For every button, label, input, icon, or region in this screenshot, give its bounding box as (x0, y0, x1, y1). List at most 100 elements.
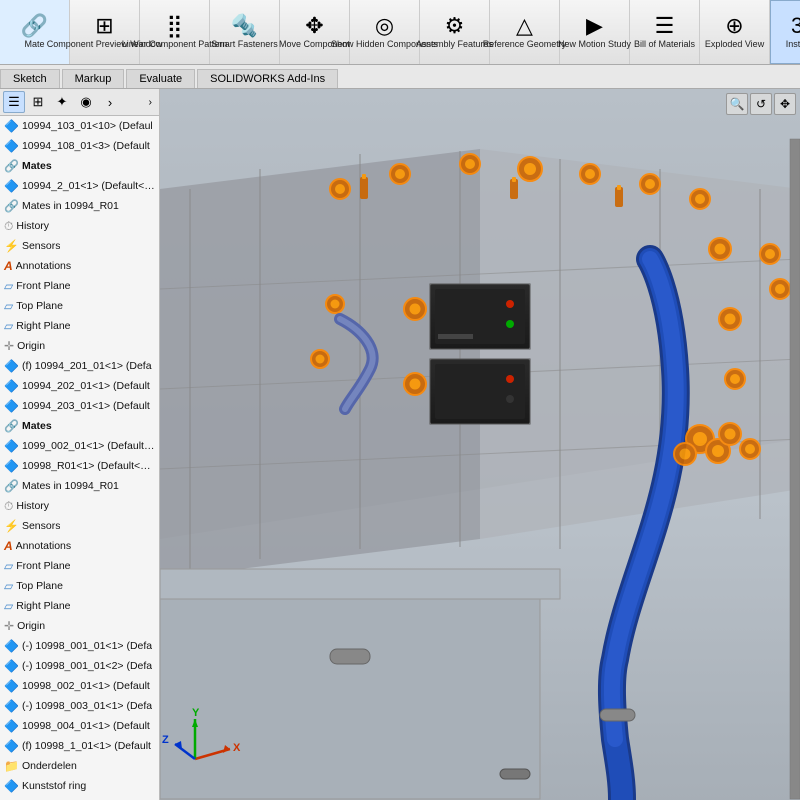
tree-item-icon-item14: 🔷 (4, 737, 19, 755)
tree-item-annotations1[interactable]: AAnnotations (0, 256, 159, 276)
tree-toolbar-property-manager[interactable]: ⊞ (27, 91, 49, 113)
toolbar-smart-fasteners[interactable]: 🔩Smart Fasteners (210, 0, 280, 64)
tree-item-annotations2[interactable]: AAnnotations (0, 536, 159, 556)
tree-item-text-item11: 10998_002_01<1> (Default (22, 677, 150, 695)
tree-item-text-kunststof: Kunststof ring (22, 777, 86, 795)
toolbar-label-reference-geometry: Reference Geometry (483, 39, 567, 49)
tree-item-sensors1[interactable]: ⚡Sensors (0, 236, 159, 256)
tree-item-icon-item7: 🔷 (4, 437, 19, 455)
toolbar-reference-geometry[interactable]: △Reference Geometry (490, 0, 560, 64)
tree-item-rightplane2[interactable]: ▱Right Plane (0, 596, 159, 616)
tree-item-kunststof[interactable]: 🔷Kunststof ring (0, 776, 159, 796)
tree-item-icon-rightplane2: ▱ (4, 597, 13, 615)
tree-item-item11[interactable]: 🔷10998_002_01<1> (Default (0, 676, 159, 696)
tree-item-icon-item5: 🔷 (4, 377, 19, 395)
tree-item-text-item8: 10998_R01<1> (Default<Displa (22, 457, 157, 475)
tree-item-sensors2[interactable]: ⚡Sensors (0, 516, 159, 536)
tree-item-item7[interactable]: 🔷1099_002_01<1> (Default<<De (0, 436, 159, 456)
tree-item-icon-origin1: ✛ (4, 337, 14, 355)
tree-item-item2[interactable]: 🔷10994_108_01<3> (Default (0, 136, 159, 156)
tree-toolbar-expand[interactable]: › (145, 96, 157, 108)
toolbar-component-preview[interactable]: ⊞Component Preview Window (70, 0, 140, 64)
tree-item-item8[interactable]: 🔷10998_R01<1> (Default<Displa (0, 456, 159, 476)
pan-btn[interactable]: ✥ (774, 93, 796, 115)
tree-item-rightplane1[interactable]: ▱Right Plane (0, 316, 159, 336)
tree-item-text-item1: 10994_103_01<10> (Defaul (22, 117, 153, 135)
toolbar-label-instant3d: Instant3D (786, 39, 800, 49)
tree-item-text-topplane2: Top Plane (16, 577, 63, 595)
tree-toolbar: ☰⊞✦◉›› (0, 89, 159, 116)
tree-item-text-item14: (f) 10998_1_01<1> (Default (22, 737, 151, 755)
tree-item-icon-topplane1: ▱ (4, 297, 13, 315)
tree-item-item1[interactable]: 🔷10994_103_01<10> (Defaul (0, 116, 159, 136)
tab-sketch[interactable]: Sketch (0, 69, 60, 88)
tab-markup[interactable]: Markup (62, 69, 125, 88)
tree-item-frontplane1[interactable]: ▱Front Plane (0, 276, 159, 296)
tree-item-origin2[interactable]: ✛Origin (0, 616, 159, 636)
tree-item-item12[interactable]: 🔷(-) 10998_003_01<1> (Defa (0, 696, 159, 716)
toolbar-icon-linear-component: ⣿ (166, 15, 182, 37)
tree-item-text-sensors1: Sensors (22, 237, 61, 255)
toolbar-assembly-features[interactable]: ⚙Assembly Features (420, 0, 490, 64)
tree-toolbar-chevron[interactable]: › (99, 91, 121, 113)
tree-item-item6[interactable]: 🔷10994_203_01<1> (Default (0, 396, 159, 416)
toolbar-icon-instant3d: 3D (791, 15, 800, 37)
tree-item-item4[interactable]: 🔷(f) 10994_201_01<1> (Defa (0, 356, 159, 376)
tree-item-history1[interactable]: ⏱History (0, 216, 159, 236)
tree-item-text-item7: 1099_002_01<1> (Default<<De (22, 437, 157, 455)
cad-viewport[interactable]: X Y Z 🔍 ↺ ✥ (160, 89, 800, 800)
tree-toolbar-feature-tree[interactable]: ☰ (3, 91, 25, 113)
svg-text:Y: Y (192, 707, 200, 719)
tree-item-text-item4: (f) 10994_201_01<1> (Defa (22, 357, 152, 375)
toolbar-exploded-view[interactable]: ⊕Exploded View (700, 0, 770, 64)
toolbar-new-motion[interactable]: ▶New Motion Study (560, 0, 630, 64)
tree-item-text-frontplane1: Front Plane (16, 277, 70, 295)
tree-item-icon-matesin2: 🔗 (4, 477, 19, 495)
tree-item-topplane1[interactable]: ▱Top Plane (0, 296, 159, 316)
tree-item-item3[interactable]: 🔷10994_2_01<1> (Default<Displ (0, 176, 159, 196)
tree-item-icon-frontplane2: ▱ (4, 557, 13, 575)
toolbar-linear-component[interactable]: ⣿Linear Component Pattern (140, 0, 210, 64)
tree-item-onderdelen[interactable]: 📁Onderdelen (0, 756, 159, 776)
tree-item-matesin[interactable]: 🔗Mates in 10994_R01 (0, 196, 159, 216)
tree-item-text-item3: 10994_2_01<1> (Default<Displ (22, 177, 157, 195)
tree-items-list: 🔷10994_103_01<10> (Defaul🔷10994_108_01<3… (0, 116, 159, 796)
tree-item-matesin2[interactable]: 🔗Mates in 10994_R01 (0, 476, 159, 496)
tab-evaluate[interactable]: Evaluate (126, 69, 195, 88)
tree-toolbar-dxf[interactable]: ◉ (75, 91, 97, 113)
tree-item-history2[interactable]: ⏱History (0, 496, 159, 516)
tree-item-item5[interactable]: 🔷10994_202_01<1> (Default (0, 376, 159, 396)
tree-item-mates1[interactable]: 🔗Mates (0, 156, 159, 176)
rotate-btn[interactable]: ↺ (750, 93, 772, 115)
tree-item-icon-item1: 🔷 (4, 117, 19, 135)
tree-item-mates2[interactable]: 🔗Mates (0, 416, 159, 436)
tree-item-item13[interactable]: 🔷10998_004_01<1> (Default (0, 716, 159, 736)
tree-item-icon-item12: 🔷 (4, 697, 19, 715)
main-toolbar: 🔗Mate⊞Component Preview Window⣿Linear Co… (0, 0, 800, 65)
tree-item-text-item6: 10994_203_01<1> (Default (22, 397, 150, 415)
toolbar-instant3d[interactable]: 3D Instant3D (770, 0, 800, 64)
tree-item-text-matesin2: Mates in 10994_R01 (22, 477, 119, 495)
tree-item-icon-item2: 🔷 (4, 137, 19, 155)
toolbar-move-component[interactable]: ✥Move Component (280, 0, 350, 64)
tree-item-item14[interactable]: 🔷(f) 10998_1_01<1> (Default (0, 736, 159, 756)
tree-item-frontplane2[interactable]: ▱Front Plane (0, 556, 159, 576)
tree-toolbar-config-manager[interactable]: ✦ (51, 91, 73, 113)
zoom-btn[interactable]: 🔍 (726, 93, 748, 115)
tree-item-icon-sensors2: ⚡ (4, 517, 19, 535)
tree-item-item9[interactable]: 🔷(-) 10998_001_01<1> (Defa (0, 636, 159, 656)
tree-item-text-item10: (-) 10998_001_01<2> (Defa (22, 657, 152, 675)
cad-scene: X Y Z (160, 89, 800, 800)
toolbar-mate[interactable]: 🔗Mate (0, 0, 70, 64)
tree-item-icon-annotations1: A (4, 257, 13, 275)
tab-solidworks-addins[interactable]: SOLIDWORKS Add-Ins (197, 69, 338, 88)
tree-item-topplane2[interactable]: ▱Top Plane (0, 576, 159, 596)
toolbar-show-hidden[interactable]: ◎Show Hidden Components (350, 0, 420, 64)
tree-item-text-rightplane1: Right Plane (16, 317, 70, 335)
toolbar-label-smart-fasteners: Smart Fasteners (211, 39, 278, 49)
toolbar-bill-of-materials[interactable]: ☰Bill of Materials (630, 0, 700, 64)
tree-item-icon-history2: ⏱ (4, 497, 13, 515)
tree-item-origin1[interactable]: ✛Origin (0, 336, 159, 356)
tree-item-item10[interactable]: 🔷(-) 10998_001_01<2> (Defa (0, 656, 159, 676)
tree-item-icon-item9: 🔷 (4, 637, 19, 655)
